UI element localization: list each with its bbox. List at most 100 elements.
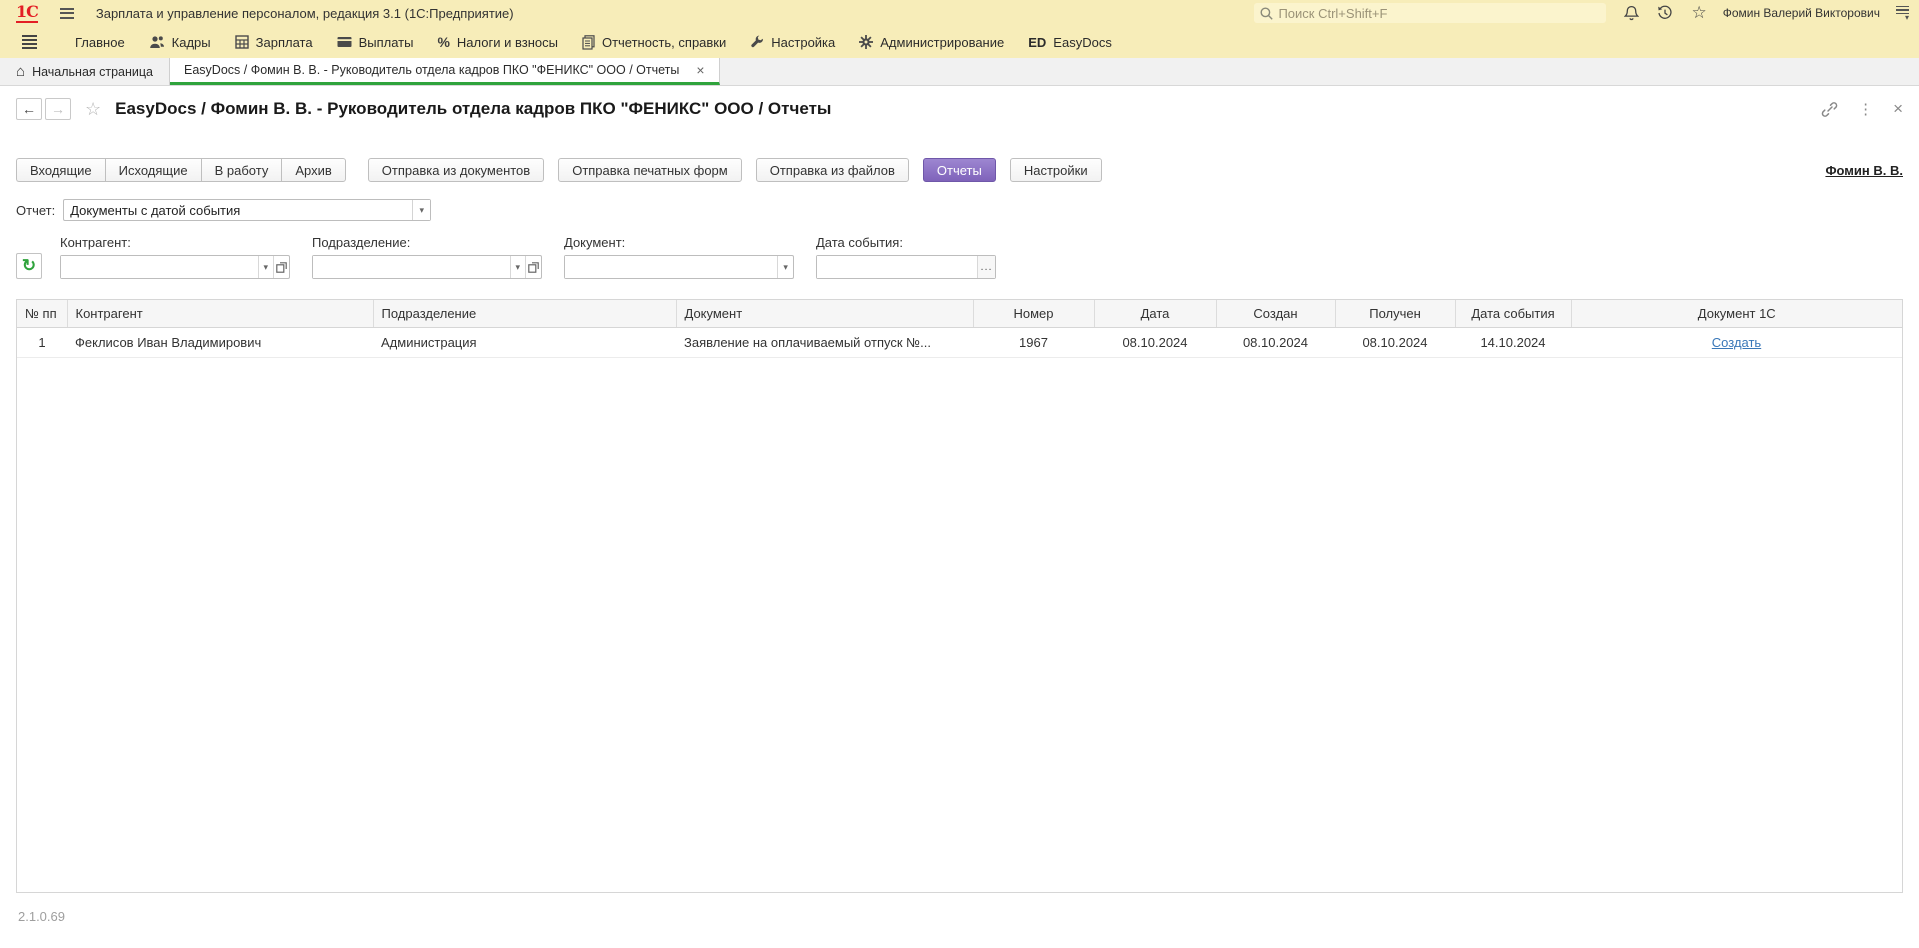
col-event-date[interactable]: Дата события [1455,300,1571,328]
archive-button[interactable]: Архив [281,158,345,182]
easydocs-icon: ED [1028,35,1046,50]
add-favorite-star-icon[interactable]: ☆ [85,99,101,120]
history-icon[interactable] [1657,5,1673,21]
user-profile-link[interactable]: Фомин В. В. [1825,163,1903,178]
service-menu-icon[interactable]: ▾ [1896,6,1909,21]
cell-event-date: 14.10.2024 [1455,328,1571,358]
payment-card-icon [337,36,352,48]
col-number[interactable]: Номер [973,300,1094,328]
menu-item-easydocs[interactable]: ED EasyDocs [1028,35,1112,50]
report-value: Документы с датой события [64,200,412,220]
send-from-documents-button[interactable]: Отправка из документов [368,158,544,182]
col-date[interactable]: Дата [1094,300,1216,328]
col-received[interactable]: Получен [1335,300,1455,328]
col-department[interactable]: Подразделение [373,300,676,328]
refresh-button[interactable]: ↻ [16,253,42,279]
menu-item-label: Администрирование [880,35,1004,50]
menu-item-administrirovanie[interactable]: Администрирование [859,35,1004,50]
grid-header-row: № пп Контрагент Подразделение Документ Н… [17,300,1902,328]
menu-item-vyplaty[interactable]: Выплаты [337,35,414,50]
folders-button-group: Входящие Исходящие В работу Архив [16,158,346,182]
cell-department: Администрация [373,328,676,358]
tab-home[interactable]: ⌂ Начальная страница [0,58,170,85]
gear-icon [859,35,873,49]
main-menu-icon[interactable] [60,8,74,19]
menu-item-label: EasyDocs [1053,35,1112,50]
menu-item-main[interactable]: Главное [75,35,125,50]
version-label: 2.1.0.69 [0,893,1919,924]
search-input[interactable] [1278,6,1600,21]
filter-label: Документ: [564,235,794,250]
cell-number: 1967 [973,328,1094,358]
sections-burger-icon[interactable] [22,35,37,50]
report-combobox[interactable]: Документы с датой события ▾ [63,199,431,221]
close-window-icon[interactable]: × [1893,99,1903,119]
percent-icon: % [437,34,449,50]
menu-item-label: Кадры [172,35,211,50]
menu-item-nalogi[interactable]: % Налоги и взносы [437,34,558,50]
send-from-files-button[interactable]: Отправка из файлов [756,158,909,182]
app-title: Зарплата и управление персоналом, редакц… [96,6,514,21]
event-date-input[interactable] [817,256,977,278]
menu-item-label: Отчетность, справки [602,35,726,50]
tab-label: EasyDocs / Фомин В. В. - Руководитель от… [184,63,679,77]
sections-menu: Главное Кадры Зарплата Выплаты % Налоги … [0,26,1919,58]
forward-button[interactable]: → [45,98,71,120]
home-icon: ⌂ [16,64,25,79]
copy-link-icon[interactable] [1821,101,1838,118]
ellipsis-button[interactable]: ... [977,256,995,278]
inbox-button[interactable]: Входящие [16,158,105,182]
cell-document: Заявление на оплачиваемый отпуск №... [676,328,973,358]
document-input[interactable] [565,256,777,278]
open-picker-icon[interactable] [525,256,541,278]
col-document[interactable]: Документ [676,300,973,328]
tab-easydocs-reports[interactable]: EasyDocs / Фомин В. В. - Руководитель от… [170,58,720,85]
page-header: ← → ☆ EasyDocs / Фомин В. В. - Руководит… [0,86,1919,128]
chevron-down-icon[interactable]: ▾ [258,256,273,278]
current-user-name[interactable]: Фомин Валерий Викторович [1723,6,1880,20]
filter-label: Дата события: [816,235,996,250]
title-bar: 1С Зарплата и управление персоналом, ред… [0,0,1919,26]
menu-item-kadry[interactable]: Кадры [149,35,211,50]
col-num[interactable]: № пп [17,300,67,328]
col-contragent[interactable]: Контрагент [67,300,373,328]
cell-received: 08.10.2024 [1335,328,1455,358]
chevron-down-icon[interactable]: ▾ [412,200,430,220]
contragent-input[interactable] [61,256,258,278]
menu-item-label: Налоги и взносы [457,35,558,50]
menu-item-zarplata[interactable]: Зарплата [235,35,313,50]
col-doc1c[interactable]: Документ 1С [1571,300,1902,328]
chevron-down-icon[interactable]: ▾ [510,256,525,278]
menu-item-label: Настройка [771,35,835,50]
page-title: EasyDocs / Фомин В. В. - Руководитель от… [115,99,831,119]
table-row[interactable]: 1 Феклисов Иван Владимирович Администрац… [17,328,1902,358]
create-1c-document-link[interactable]: Создать [1712,335,1761,350]
chevron-down-icon[interactable]: ▾ [777,256,793,278]
menu-item-label: Выплаты [359,35,414,50]
back-button[interactable]: ← [16,98,42,120]
reports-button[interactable]: Отчеты [923,158,996,182]
menu-item-otchetnost[interactable]: Отчетность, справки [582,35,726,50]
in-progress-button[interactable]: В работу [201,158,282,182]
department-input[interactable] [313,256,510,278]
open-windows-tabs: ⌂ Начальная страница EasyDocs / Фомин В.… [0,58,1919,86]
command-bar: Входящие Исходящие В работу Архив Отправ… [0,158,1919,182]
outbox-button[interactable]: Исходящие [105,158,201,182]
chevron-down-icon: ▾ [1905,15,1909,20]
settings-button[interactable]: Настройки [1010,158,1102,182]
menu-item-nastroika[interactable]: Настройка [750,35,835,50]
notifications-bell-icon[interactable] [1624,5,1639,21]
menu-item-label: Зарплата [256,35,313,50]
favorites-star-icon[interactable]: ☆ [1691,3,1706,23]
global-search[interactable] [1254,3,1606,23]
cell-num: 1 [17,328,67,358]
cell-created: 08.10.2024 [1216,328,1335,358]
people-icon [149,35,165,49]
tab-close-icon[interactable]: × [696,63,704,77]
report-label: Отчет: [16,203,55,218]
open-picker-icon[interactable] [273,256,289,278]
more-actions-icon[interactable]: ⋮ [1858,100,1873,118]
send-printed-forms-button[interactable]: Отправка печатных форм [558,158,742,182]
col-created[interactable]: Создан [1216,300,1335,328]
wrench-icon [750,35,764,49]
